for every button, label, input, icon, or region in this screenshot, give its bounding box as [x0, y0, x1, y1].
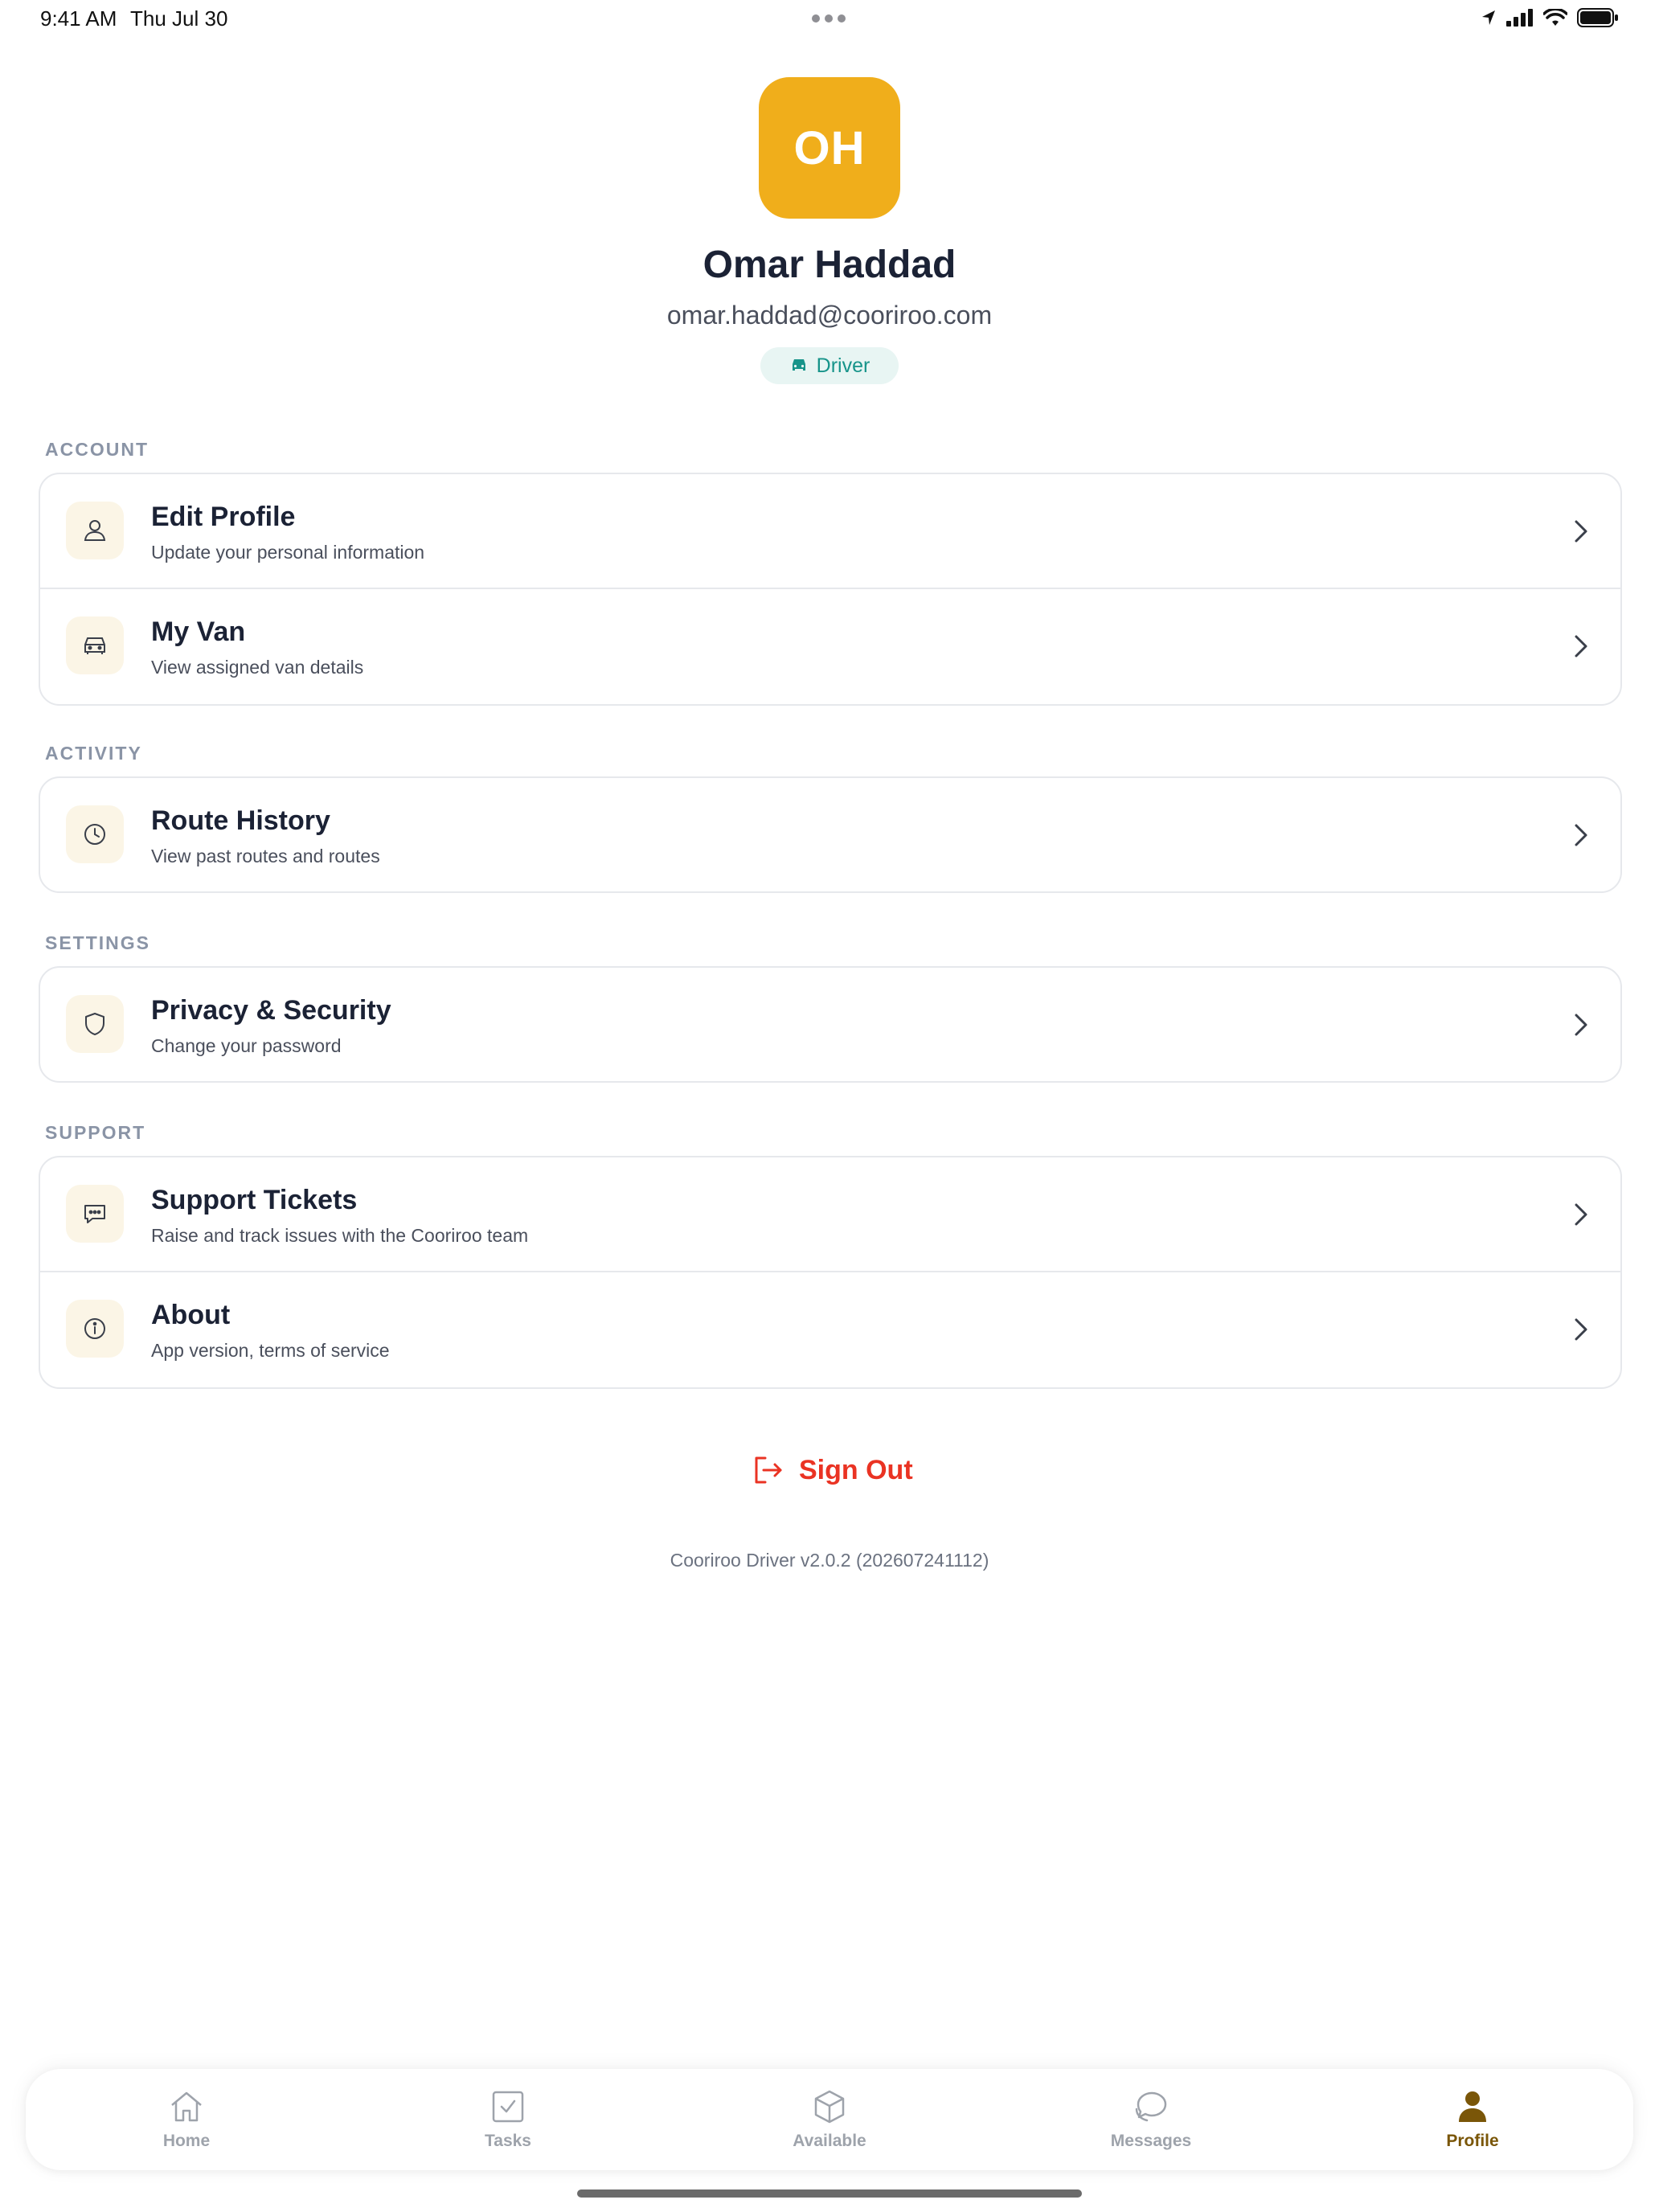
tab-label: Profile: [1446, 2132, 1499, 2150]
clock-icon: [66, 805, 124, 863]
car-icon: [66, 616, 124, 674]
account-card: Edit Profile Update your personal inform…: [39, 473, 1622, 706]
app-version: Cooriroo Driver v2.0.2 (202607241112): [670, 1550, 989, 1571]
box-icon: [814, 2090, 845, 2124]
checkbox-icon: [492, 2091, 524, 2123]
menu-item-title: Privacy & Security: [151, 995, 391, 1026]
tab-home[interactable]: Home: [26, 2069, 347, 2170]
menu-item-support-tickets[interactable]: Support Tickets Raise and track issues w…: [40, 1157, 1620, 1271]
chevron-right-icon: [1575, 1014, 1587, 1036]
menu-item-title: Route History: [151, 805, 330, 836]
tab-label: Home: [162, 2132, 211, 2150]
menu-item-title: About: [151, 1300, 231, 1330]
cellular-signal-icon: [1506, 9, 1533, 27]
location-arrow-icon: [1482, 10, 1495, 25]
menu-item-my-van[interactable]: My Van View assigned van details: [40, 588, 1620, 703]
wifi-icon: [1543, 9, 1567, 26]
menu-item-title: Edit Profile: [151, 502, 296, 532]
car-icon: [792, 359, 805, 371]
menu-item-subtitle: View assigned van details: [151, 657, 364, 678]
chevron-right-icon: [1575, 520, 1587, 543]
tab-messages[interactable]: Messages: [990, 2069, 1312, 2170]
tab-available[interactable]: Available: [669, 2069, 990, 2170]
menu-item-about[interactable]: About App version, terms of service: [40, 1271, 1620, 1386]
activity-card: Route History View past routes and route…: [39, 776, 1622, 893]
status-time: 9:41 AM: [40, 6, 117, 31]
home-indicator[interactable]: [577, 2189, 1082, 2198]
tab-label: Available: [793, 2132, 866, 2150]
support-card: Support Tickets Raise and track issues w…: [39, 1156, 1622, 1389]
section-label-account: ACCOUNT: [45, 439, 149, 460]
menu-item-subtitle: Update your personal information: [151, 542, 425, 563]
tab-label: Tasks: [485, 2132, 531, 2150]
message-icon: [1135, 2091, 1167, 2122]
section-label-activity: ACTIVITY: [45, 743, 142, 764]
status-icons: [1481, 8, 1619, 27]
tab-label: Messages: [1110, 2132, 1192, 2150]
user-email: omar.haddad@cooriroo.com: [666, 301, 993, 330]
section-label-support: SUPPORT: [45, 1122, 146, 1143]
sign-out-label: Sign Out: [799, 1454, 913, 1485]
tab-bar: Home Tasks Available Messages Profile: [26, 2069, 1633, 2170]
chevron-right-icon: [1575, 1203, 1587, 1226]
menu-item-privacy-security[interactable]: Privacy & Security Change your password: [40, 968, 1620, 1081]
sign-out-icon: [755, 1456, 782, 1484]
tab-profile[interactable]: Profile: [1312, 2069, 1633, 2170]
menu-item-subtitle: App version, terms of service: [151, 1340, 390, 1361]
multitasking-dots-icon[interactable]: [812, 14, 846, 23]
section-label-settings: SETTINGS: [45, 932, 151, 953]
info-icon: [66, 1300, 124, 1358]
menu-item-subtitle: Change your password: [151, 1035, 342, 1056]
chevron-right-icon: [1575, 824, 1587, 846]
menu-item-edit-profile[interactable]: Edit Profile Update your personal inform…: [40, 474, 1620, 588]
person-icon: [1459, 2091, 1486, 2122]
role-badge: Driver: [760, 347, 899, 384]
sign-out-button[interactable]: Sign Out: [752, 1450, 913, 1490]
avatar: OH: [759, 77, 900, 219]
settings-card: Privacy & Security Change your password: [39, 966, 1622, 1083]
user-name: Omar Haddad: [703, 244, 956, 286]
chevron-right-icon: [1575, 635, 1587, 657]
status-bar: 9:41 AM Thu Jul 30: [0, 0, 1659, 39]
avatar-initials: OH: [793, 121, 866, 174]
menu-item-title: Support Tickets: [151, 1185, 358, 1215]
status-date: Thu Jul 30: [130, 6, 228, 31]
menu-item-subtitle: View past routes and routes: [151, 846, 380, 866]
chat-icon: [66, 1185, 124, 1243]
menu-item-title: My Van: [151, 616, 246, 647]
menu-item-route-history[interactable]: Route History View past routes and route…: [40, 778, 1620, 891]
role-label: Driver: [816, 354, 870, 377]
chevron-right-icon: [1575, 1318, 1587, 1341]
menu-item-subtitle: Raise and track issues with the Cooriroo…: [151, 1225, 529, 1246]
home-icon: [171, 2091, 202, 2122]
tab-tasks[interactable]: Tasks: [347, 2069, 669, 2170]
shield-icon: [66, 995, 124, 1053]
battery-icon: [1577, 8, 1618, 27]
user-icon: [66, 502, 124, 559]
